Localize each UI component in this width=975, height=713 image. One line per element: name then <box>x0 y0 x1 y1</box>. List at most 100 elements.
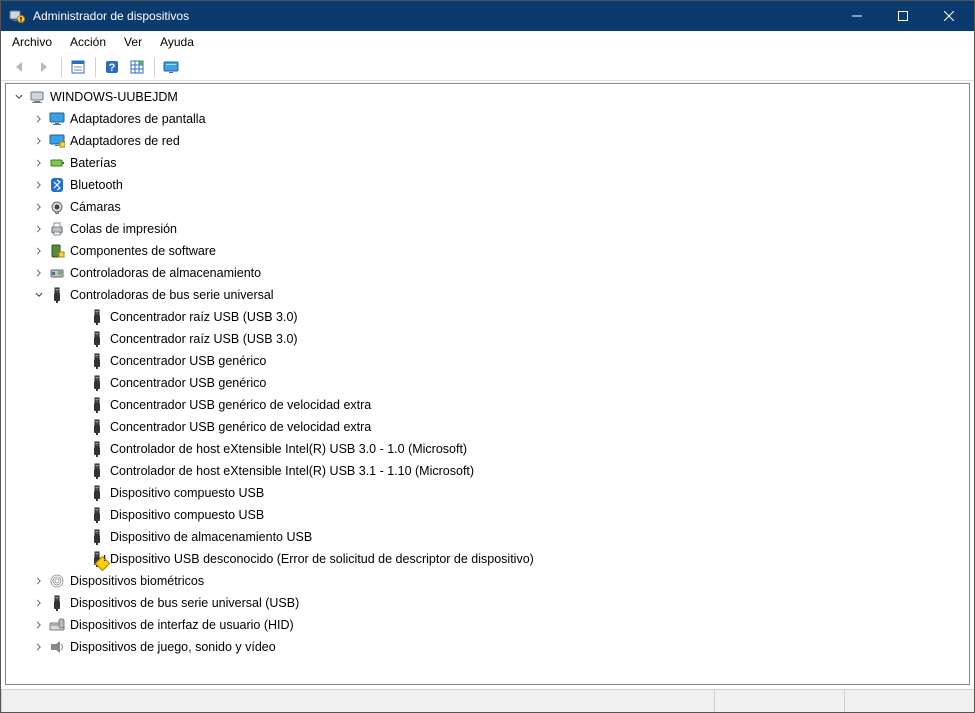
node-label: Controladoras de almacenamiento <box>70 262 261 284</box>
node-label: Concentrador USB genérico <box>110 372 266 394</box>
category-node[interactable]: Colas de impresión <box>6 218 969 240</box>
node-label: Concentrador USB genérico <box>110 350 266 372</box>
usb-icon <box>48 595 66 611</box>
chevron-right-icon[interactable] <box>32 178 46 192</box>
node-label: Concentrador USB genérico de velocidad e… <box>110 416 371 438</box>
chevron-down-icon[interactable] <box>12 90 26 104</box>
node-label: Cámaras <box>70 196 121 218</box>
node-label: Adaptadores de red <box>70 130 180 152</box>
nav-back-button[interactable] <box>7 55 31 79</box>
chevron-right-icon[interactable] <box>32 574 46 588</box>
category-node[interactable]: Dispositivos de juego, sonido y vídeo <box>6 636 969 658</box>
chevron-right-icon[interactable] <box>32 618 46 632</box>
device-tree[interactable]: WINDOWS-UUBEJDMAdaptadores de pantallaAd… <box>6 84 969 684</box>
node-label: Concentrador raíz USB (USB 3.0) <box>110 328 298 350</box>
toolbar <box>1 53 974 81</box>
node-label: Controladoras de bus serie universal <box>70 284 274 306</box>
menu-file[interactable]: Archivo <box>3 33 61 51</box>
root-node[interactable]: WINDOWS-UUBEJDM <box>6 86 969 108</box>
nav-forward-button[interactable] <box>32 55 56 79</box>
window-title: Administrador de dispositivos <box>33 9 189 23</box>
node-label: Dispositivos de juego, sonido y vídeo <box>70 636 276 658</box>
close-button[interactable] <box>926 1 972 31</box>
printer-icon <box>48 221 66 237</box>
node-label: Dispositivos de bus serie universal (USB… <box>70 592 299 614</box>
camera-icon <box>48 199 66 215</box>
toolbar-separator <box>95 57 96 77</box>
device-node[interactable]: Concentrador raíz USB (USB 3.0) <box>6 328 969 350</box>
device-node[interactable]: Dispositivo compuesto USB <box>6 482 969 504</box>
device-node[interactable]: Controlador de host eXtensible Intel(R) … <box>6 460 969 482</box>
chevron-right-icon[interactable] <box>32 200 46 214</box>
view-grid-button[interactable] <box>125 55 149 79</box>
device-node[interactable]: !Dispositivo USB desconocido (Error de s… <box>6 548 969 570</box>
category-node[interactable]: Controladoras de bus serie universal <box>6 284 969 306</box>
node-label: Dispositivos biométricos <box>70 570 204 592</box>
category-node[interactable]: Adaptadores de pantalla <box>6 108 969 130</box>
device-node[interactable]: Concentrador USB genérico <box>6 350 969 372</box>
device-node[interactable]: Concentrador USB genérico de velocidad e… <box>6 416 969 438</box>
node-label: Dispositivo compuesto USB <box>110 504 264 526</box>
category-node[interactable]: Controladoras de almacenamiento <box>6 262 969 284</box>
node-label: WINDOWS-UUBEJDM <box>50 86 178 108</box>
work-area: WINDOWS-UUBEJDMAdaptadores de pantallaAd… <box>5 83 970 685</box>
category-node[interactable]: Bluetooth <box>6 174 969 196</box>
node-label: Bluetooth <box>70 174 123 196</box>
device-node[interactable]: Concentrador USB genérico <box>6 372 969 394</box>
node-label: Controlador de host eXtensible Intel(R) … <box>110 460 474 482</box>
node-label: Dispositivos de interfaz de usuario (HID… <box>70 614 294 636</box>
device-node[interactable]: Dispositivo de almacenamiento USB <box>6 526 969 548</box>
category-node[interactable]: Cámaras <box>6 196 969 218</box>
category-node[interactable]: Dispositivos de interfaz de usuario (HID… <box>6 614 969 636</box>
category-node[interactable]: Dispositivos de bus serie universal (USB… <box>6 592 969 614</box>
network-icon <box>48 133 66 149</box>
usb-icon <box>88 441 106 457</box>
status-main <box>1 690 714 712</box>
usb-icon <box>88 507 106 523</box>
device-node[interactable]: Concentrador USB genérico de velocidad e… <box>6 394 969 416</box>
help-button[interactable] <box>100 55 124 79</box>
status-cell-1 <box>714 690 844 712</box>
device-node[interactable]: Dispositivo compuesto USB <box>6 504 969 526</box>
chevron-right-icon[interactable] <box>32 244 46 258</box>
menu-help[interactable]: Ayuda <box>151 33 203 51</box>
chevron-right-icon[interactable] <box>32 222 46 236</box>
chevron-right-icon[interactable] <box>32 134 46 148</box>
menu-bar: Archivo Acción Ver Ayuda <box>1 31 974 53</box>
status-cell-2 <box>844 690 974 712</box>
usb-icon <box>88 529 106 545</box>
properties-button[interactable] <box>66 55 90 79</box>
chevron-right-icon[interactable] <box>32 112 46 126</box>
menu-action[interactable]: Acción <box>61 33 115 51</box>
chevron-right-icon[interactable] <box>32 156 46 170</box>
chevron-down-icon[interactable] <box>32 288 46 302</box>
app-icon <box>9 8 25 24</box>
usb-icon <box>88 485 106 501</box>
scan-hardware-button[interactable] <box>159 55 183 79</box>
node-label: Dispositivo de almacenamiento USB <box>110 526 312 548</box>
chevron-right-icon[interactable] <box>32 640 46 654</box>
device-node[interactable]: Concentrador raíz USB (USB 3.0) <box>6 306 969 328</box>
toolbar-separator <box>154 57 155 77</box>
maximize-button[interactable] <box>880 1 926 31</box>
computer-icon <box>28 89 46 105</box>
usb-icon <box>88 419 106 435</box>
minimize-button[interactable] <box>834 1 880 31</box>
category-node[interactable]: Adaptadores de red <box>6 130 969 152</box>
node-label: Concentrador raíz USB (USB 3.0) <box>110 306 298 328</box>
node-label: Componentes de software <box>70 240 216 262</box>
category-node[interactable]: Baterías <box>6 152 969 174</box>
node-label: Colas de impresión <box>70 218 177 240</box>
sound-icon <box>48 639 66 655</box>
category-node[interactable]: Dispositivos biométricos <box>6 570 969 592</box>
software-icon <box>48 243 66 259</box>
title-bar: Administrador de dispositivos <box>1 1 974 31</box>
chevron-right-icon[interactable] <box>32 596 46 610</box>
node-label: Controlador de host eXtensible Intel(R) … <box>110 438 467 460</box>
node-label: Dispositivo USB desconocido (Error de so… <box>110 548 534 570</box>
category-node[interactable]: Componentes de software <box>6 240 969 262</box>
device-node[interactable]: Controlador de host eXtensible Intel(R) … <box>6 438 969 460</box>
chevron-right-icon[interactable] <box>32 266 46 280</box>
menu-view[interactable]: Ver <box>115 33 151 51</box>
usb-icon: ! <box>88 551 106 567</box>
